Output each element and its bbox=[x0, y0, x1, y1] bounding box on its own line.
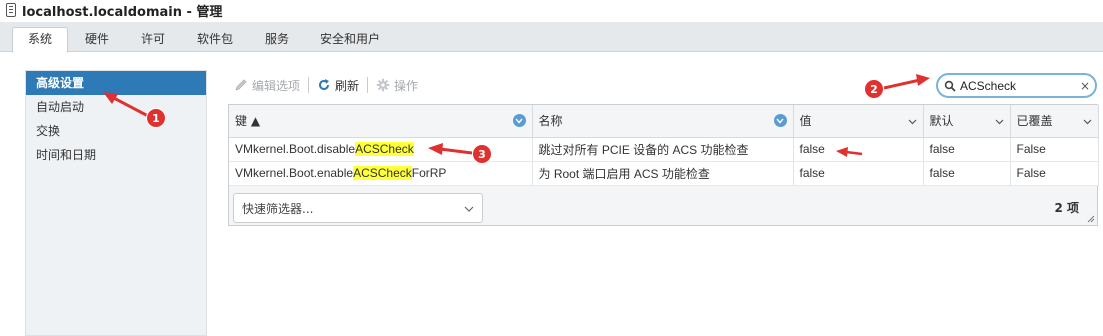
key-suffix: ForRP bbox=[411, 166, 447, 180]
edit-option-label: 编辑选项 bbox=[252, 78, 301, 93]
name-cell: 为 Root 端口启用 ACS 功能检查 bbox=[532, 161, 794, 186]
advanced-settings-grid: 键 ▲ 名称 值 默认 已覆盖 VMkernel.Boot.disableACS… bbox=[228, 104, 1099, 226]
tab-services[interactable]: 服务 bbox=[254, 28, 300, 52]
tab-packages[interactable]: 软件包 bbox=[186, 28, 244, 52]
toolbar-divider bbox=[367, 77, 369, 93]
search-box[interactable]: × bbox=[936, 73, 1097, 98]
actions-label: 操作 bbox=[394, 78, 419, 93]
search-match-highlight: ACSCheck bbox=[355, 142, 414, 156]
gear-icon bbox=[376, 78, 390, 92]
value-cell: false bbox=[793, 161, 924, 186]
table-row[interactable]: VMkernel.Boot.disableACSCheck 跳过对所有 PCIE… bbox=[229, 137, 1099, 162]
overridden-cell: False bbox=[1010, 137, 1099, 162]
column-menu-icon[interactable] bbox=[512, 114, 526, 128]
annotation-badge-3: 3 bbox=[472, 144, 492, 164]
search-icon bbox=[944, 80, 956, 92]
tab-security-users[interactable]: 安全和用户 bbox=[310, 28, 390, 52]
grid-footer: 快速筛选器... 2 项 bbox=[229, 187, 1097, 225]
clear-search-icon[interactable]: × bbox=[1080, 79, 1090, 93]
resize-grip-icon[interactable] bbox=[1087, 215, 1095, 223]
table-row[interactable]: VMkernel.Boot.enableACSCheckForRP 为 Root… bbox=[229, 161, 1099, 186]
sidebar-item-time-date[interactable]: 时间和日期 bbox=[26, 143, 206, 167]
toolbar: 编辑选项 刷新 操作 bbox=[228, 74, 424, 96]
column-menu-icon[interactable] bbox=[773, 114, 787, 128]
sidebar-item-autostart[interactable]: 自动启动 bbox=[26, 95, 206, 119]
chevron-down-icon[interactable] bbox=[995, 114, 1004, 128]
toolbar-divider bbox=[308, 77, 310, 93]
annotation-arrow-2 bbox=[883, 74, 930, 90]
column-header-key[interactable]: 键 ▲ bbox=[229, 105, 533, 138]
refresh-icon bbox=[319, 79, 330, 90]
key-prefix: VMkernel.Boot.disable bbox=[235, 142, 356, 156]
item-count: 2 项 bbox=[1054, 201, 1079, 215]
search-input[interactable] bbox=[960, 78, 1078, 93]
column-header-overridden-label: 已覆盖 bbox=[1016, 114, 1053, 129]
column-header-value[interactable]: 值 bbox=[793, 105, 924, 138]
key-cell: VMkernel.Boot.enableACSCheckForRP bbox=[229, 161, 533, 186]
window-title: localhost.localdomain - 管理 bbox=[22, 4, 223, 20]
column-header-key-label: 键 ▲ bbox=[235, 114, 261, 129]
column-header-default[interactable]: 默认 bbox=[923, 105, 1011, 138]
tab-licensing[interactable]: 许可 bbox=[130, 28, 176, 52]
chevron-down-icon bbox=[464, 201, 474, 215]
edit-option-button[interactable]: 编辑选项 bbox=[228, 77, 306, 94]
name-cell: 跳过对所有 PCIE 设备的 ACS 功能检查 bbox=[532, 137, 794, 162]
default-cell: false bbox=[923, 161, 1011, 186]
key-prefix: VMkernel.Boot.enable bbox=[235, 166, 354, 180]
sidebar-item-advanced-settings[interactable]: 高级设置 bbox=[26, 71, 206, 95]
column-header-overridden[interactable]: 已覆盖 bbox=[1010, 105, 1099, 138]
value-cell: false bbox=[793, 137, 924, 162]
overridden-cell: False bbox=[1010, 161, 1099, 186]
column-header-value-label: 值 bbox=[799, 114, 812, 129]
chevron-down-icon[interactable] bbox=[908, 114, 917, 128]
sidebar: 高级设置 自动启动 交换 时间和日期 bbox=[25, 70, 207, 336]
sidebar-item-swap[interactable]: 交换 bbox=[26, 119, 206, 143]
chevron-down-icon[interactable] bbox=[1083, 114, 1092, 128]
title-bar: localhost.localdomain - 管理 bbox=[0, 0, 1103, 20]
tab-hardware[interactable]: 硬件 bbox=[74, 28, 120, 52]
actions-button[interactable]: 操作 bbox=[370, 77, 424, 94]
default-cell: false bbox=[923, 137, 1011, 162]
annotation-badge-1: 1 bbox=[146, 108, 166, 128]
refresh-label: 刷新 bbox=[335, 78, 360, 93]
refresh-button[interactable]: 刷新 bbox=[311, 77, 365, 94]
tab-bar: 系统 硬件 许可 软件包 服务 安全和用户 bbox=[0, 22, 1103, 53]
column-header-name-label: 名称 bbox=[538, 114, 563, 129]
column-header-default-label: 默认 bbox=[929, 114, 954, 129]
pencil-icon bbox=[235, 79, 247, 91]
search-match-highlight: ACSCheck bbox=[353, 166, 412, 180]
column-header-name[interactable]: 名称 bbox=[532, 105, 794, 138]
annotation-badge-2: 2 bbox=[864, 79, 884, 99]
quick-filter-dropdown[interactable]: 快速筛选器... bbox=[233, 193, 483, 223]
quick-filter-placeholder: 快速筛选器... bbox=[242, 201, 314, 216]
tab-system[interactable]: 系统 bbox=[12, 27, 68, 53]
host-icon bbox=[6, 3, 16, 17]
